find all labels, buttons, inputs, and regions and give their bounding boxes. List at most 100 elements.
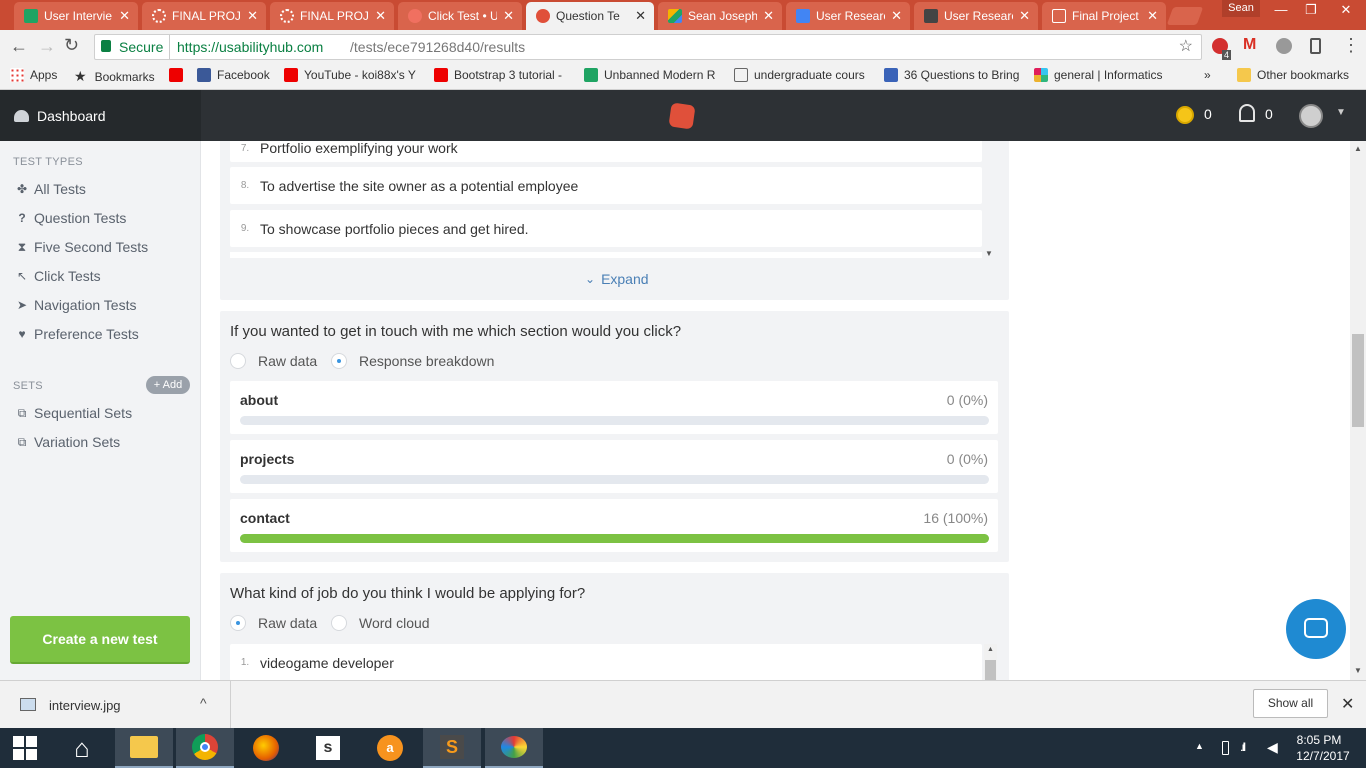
expand-button[interactable]: ⌄ Expand (585, 271, 649, 287)
sidebar-item-variation-sets[interactable]: ⧉ Variation Sets (14, 434, 120, 450)
bookmark-unbanned[interactable]: Unbanned Modern R (584, 68, 715, 82)
bookmark-bootstrap[interactable]: Bootstrap 3 tutorial - (434, 68, 562, 82)
chrome-icon[interactable] (176, 728, 234, 768)
clock-time[interactable]: 8:05 PM (1294, 733, 1344, 747)
avatar[interactable] (1299, 104, 1323, 128)
gmail-icon[interactable]: M (1243, 36, 1256, 54)
browser-tab[interactable]: FINAL PROJE ✕ (270, 2, 394, 30)
sidebar-item-click-tests[interactable]: ↖ Click Tests (14, 268, 101, 284)
device-icon[interactable] (1310, 38, 1321, 54)
chevron-down-icon[interactable]: ▼ (1336, 107, 1346, 118)
chevron-up-icon[interactable]: ^ (200, 695, 207, 711)
window-close-icon[interactable]: ✕ (1326, 0, 1366, 20)
scrollbar-thumb[interactable] (1352, 334, 1364, 427)
file-explorer-icon[interactable] (115, 728, 173, 768)
sidebar-item-preference-tests[interactable]: ♥ Preference Tests (14, 326, 138, 342)
sidebar-item-all-tests[interactable]: ✤ All Tests (14, 181, 86, 197)
browser-tab[interactable]: Sean Joseph ✕ (658, 2, 782, 30)
download-item[interactable]: interview.jpg ^ (0, 681, 231, 728)
url-host: https://usabilityhub.com (177, 39, 324, 55)
close-icon[interactable]: ✕ (503, 8, 514, 24)
scroll-down-icon[interactable]: ▼ (1354, 666, 1362, 675)
loading-icon (152, 9, 166, 23)
list-item-text: Portfolio exemplifying your work (260, 141, 458, 156)
chat-button[interactable] (1286, 599, 1346, 659)
close-icon[interactable]: ✕ (247, 8, 258, 24)
other-bookmarks[interactable]: Other bookmarks (1237, 68, 1349, 82)
bookmark-facebook[interactable]: Facebook (197, 68, 270, 82)
close-icon[interactable]: ✕ (1341, 694, 1354, 714)
spreadsheet-app-icon[interactable]: s (299, 728, 357, 768)
browser-tab[interactable]: User Intervie ✕ (14, 2, 138, 30)
dashboard-link[interactable]: Dashboard (0, 90, 201, 141)
bookmark-youtube-koi[interactable]: YouTube - koi88x's Y (284, 68, 416, 82)
minimize-icon[interactable]: — (1266, 0, 1296, 20)
page-scrollbar[interactable]: ▲ ▼ (1350, 141, 1366, 680)
close-icon[interactable]: ✕ (763, 8, 774, 24)
add-set-button[interactable]: + Add (146, 376, 190, 394)
menu-icon[interactable]: ⋮ (1342, 35, 1360, 56)
tray-expand-icon[interactable]: ▲ (1195, 741, 1204, 751)
home-icon[interactable]: ⌂ (53, 728, 111, 768)
response-breakdown-radio[interactable]: Response breakdown (331, 353, 494, 369)
profile-button[interactable]: Sean (1222, 0, 1260, 17)
scroll-up-icon[interactable]: ▲ (1354, 144, 1362, 153)
browser-tab-strip: User Intervie ✕ FINAL PROJE ✕ FINAL PROJ… (0, 0, 1366, 30)
raw-data-radio[interactable]: Raw data (230, 353, 317, 369)
clock-date[interactable]: 12/7/2017 (1294, 749, 1352, 763)
avast-icon[interactable]: a (361, 728, 419, 768)
browser-tab[interactable]: User Researc ✕ (786, 2, 910, 30)
close-icon[interactable]: ✕ (119, 8, 130, 24)
battery-icon[interactable] (1222, 741, 1229, 755)
bookmark-bookmarks[interactable]: ★ Bookmarks (74, 68, 155, 85)
browser-tab[interactable]: User Researc ✕ (914, 2, 1038, 30)
bookmark-undergraduate[interactable]: undergraduate cours (734, 68, 865, 82)
raw-data-radio[interactable]: Raw data (230, 615, 317, 631)
close-icon[interactable]: ✕ (891, 8, 902, 24)
close-icon[interactable]: ✕ (1147, 8, 1158, 24)
folder-icon (1237, 68, 1251, 82)
progress-track (240, 475, 989, 484)
scroll-up-icon[interactable]: ▲ (987, 646, 994, 653)
close-icon[interactable]: ✕ (1019, 8, 1030, 24)
bookmark-36-questions[interactable]: 36 Questions to Bring (884, 68, 1019, 82)
create-new-test-button[interactable]: Create a new test (10, 616, 190, 664)
address-bar[interactable]: Secure https://usabilityhub.com /tests/e… (94, 34, 1202, 60)
inner-scrollbar[interactable]: ▲ (984, 644, 997, 680)
extension-icon[interactable] (1276, 38, 1292, 54)
sidebar-item-navigation-tests[interactable]: ➤ Navigation Tests (14, 297, 137, 313)
bookmark-apps[interactable]: Apps (10, 68, 57, 82)
sidebar-item-question-tests[interactable]: ? Question Tests (14, 210, 126, 226)
browser-tab-active[interactable]: Question Te ✕ (526, 2, 654, 30)
bookmark-star-icon[interactable]: ☆ (1179, 35, 1193, 59)
restore-icon[interactable]: ❐ (1296, 0, 1326, 20)
sidebar-item-sequential-sets[interactable]: ⧉ Sequential Sets (14, 405, 132, 421)
close-icon[interactable]: ✕ (635, 8, 646, 24)
back-icon[interactable]: ← (10, 36, 28, 57)
volume-icon[interactable]: ◀ (1267, 739, 1278, 756)
credits-icon[interactable] (1176, 106, 1194, 124)
scrollbar-thumb[interactable] (985, 660, 996, 680)
show-all-button[interactable]: Show all (1253, 689, 1328, 718)
bookmark-slack[interactable]: general | Informatics (1034, 68, 1163, 82)
paint-icon[interactable] (485, 728, 543, 768)
notifications-icon[interactable] (1239, 104, 1255, 122)
scroll-down-icon[interactable]: ▼ (985, 249, 993, 258)
bookmarks-overflow-button[interactable]: » (1204, 68, 1211, 82)
bookmark-youtube[interactable] (169, 68, 189, 82)
reload-icon[interactable]: ↻ (64, 35, 79, 56)
sidebar-item-five-second-tests[interactable]: ⧗ Five Second Tests (14, 239, 148, 255)
progress-track (240, 416, 989, 425)
network-icon[interactable]: .ıll (1240, 740, 1246, 754)
close-icon[interactable]: ✕ (375, 8, 386, 24)
firefox-icon[interactable] (237, 728, 295, 768)
browser-tab[interactable]: Click Test • U ✕ (398, 2, 522, 30)
usabilityhub-logo-icon[interactable] (668, 102, 696, 130)
windows-start-icon[interactable] (0, 728, 50, 768)
browser-tab[interactable]: Final Project ✕ (1042, 2, 1166, 30)
forward-icon[interactable]: → (38, 36, 56, 57)
word-cloud-radio[interactable]: Word cloud (331, 615, 430, 631)
sublime-text-icon[interactable]: S (423, 728, 481, 768)
browser-tab[interactable]: FINAL PROJE ✕ (142, 2, 266, 30)
new-tab-button[interactable] (1166, 7, 1204, 25)
